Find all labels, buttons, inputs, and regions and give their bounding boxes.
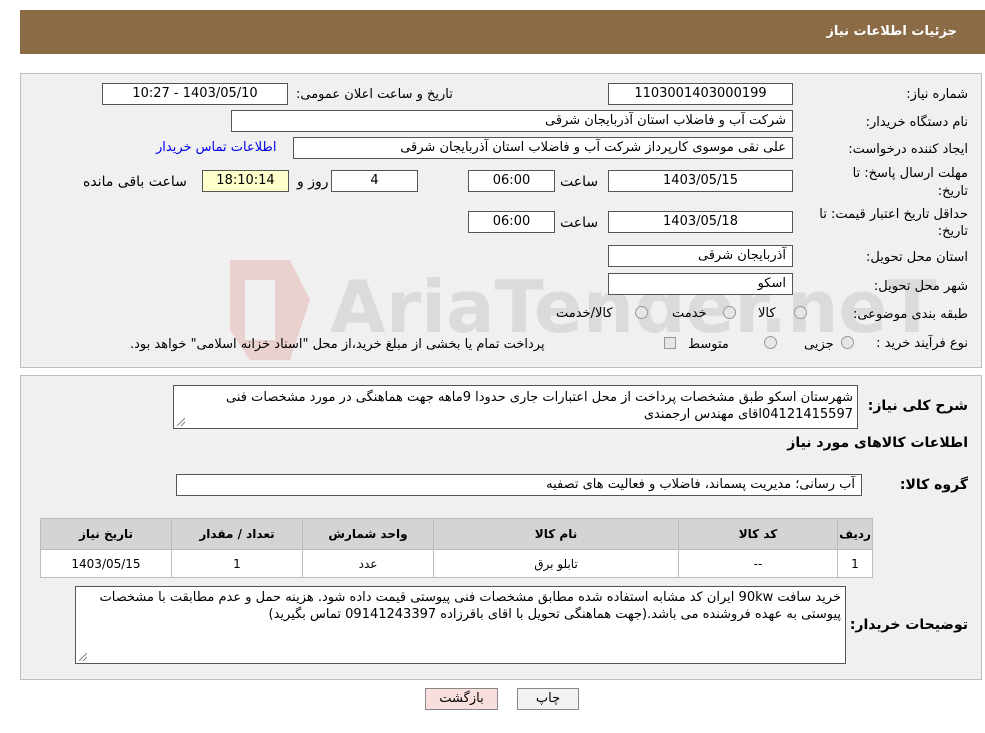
cell-code: -- <box>678 549 838 578</box>
goods-section-title: اطلاعات کالاهای مورد نیاز <box>787 435 968 451</box>
city-label: شهر محل تحویل: <box>873 279 968 294</box>
category-radio-service[interactable] <box>723 306 736 319</box>
deadline-date-field: 1403/05/15 <box>608 170 793 192</box>
requester-label: ایجاد کننده درخواست: <box>848 142 968 157</box>
category-radio-both[interactable] <box>635 306 648 319</box>
city-field: اسکو <box>608 273 793 295</box>
process-label: نوع فرآیند خرید : <box>876 336 968 351</box>
process-treasury-checkbox[interactable] <box>664 337 676 349</box>
resize-grip-icon[interactable] <box>177 418 185 426</box>
items-table: ردیف کد کالا نام کالا واحد شمارش تعداد /… <box>40 518 873 578</box>
buyer-notes-field: خرید سافت 90kw ایران کد مشابه استفاده شد… <box>75 586 846 664</box>
days-remaining-field: 4 <box>331 170 418 192</box>
deadline-label-2: تاریخ: <box>937 184 968 199</box>
col-row: ردیف <box>837 518 873 550</box>
back-button[interactable]: بازگشت <box>425 688 498 710</box>
deadline-label: مهلت ارسال پاسخ: تا <box>852 166 968 181</box>
days-label: روز و <box>297 174 329 190</box>
goods-group-field: آب رسانی؛ مدیریت پسماند، فاضلاب و فعالیت… <box>176 474 862 496</box>
validity-label: حداقل تاریخ اعتبار قیمت: تا <box>819 207 968 222</box>
cell-name: تابلو برق <box>433 549 679 578</box>
print-button[interactable]: چاپ <box>517 688 579 710</box>
description-text: شهرستان اسکو طبق مشخصات پرداخت از محل اع… <box>226 390 853 422</box>
category-label: طبقه بندی موضوعی: <box>852 307 968 322</box>
validity-label-2: تاریخ: <box>937 224 968 239</box>
buyer-notes-text: خرید سافت 90kw ایران کد مشابه استفاده شد… <box>99 590 841 622</box>
buyer-org-field: شرکت آب و فاضلاب استان آذربایجان شرقی <box>231 110 793 132</box>
process-option-medium: متوسط <box>688 337 729 352</box>
items-table-container: ردیف کد کالا نام کالا واحد شمارش تعداد /… <box>40 518 873 578</box>
col-code: کد کالا <box>678 518 838 550</box>
deadline-time-field: 06:00 <box>468 170 555 192</box>
page-header: جزئیات اطلاعات نیاز <box>20 10 985 54</box>
col-qty: تعداد / مقدار <box>171 518 303 550</box>
category-option-both: کالا/خدمت <box>556 306 613 321</box>
cell-qty: 1 <box>171 549 303 578</box>
validity-date-field: 1403/05/18 <box>608 211 793 233</box>
cell-row: 1 <box>837 549 873 578</box>
province-field: آذربایجان شرقی <box>608 245 793 267</box>
need-number-label: شماره نیاز: <box>906 87 968 102</box>
need-number-field: 1103001403000199 <box>608 83 793 105</box>
remaining-time-label: ساعت باقی مانده <box>83 174 187 190</box>
cell-date: 1403/05/15 <box>40 549 172 578</box>
process-radio-medium[interactable] <box>764 336 777 349</box>
validity-time-field: 06:00 <box>468 211 555 233</box>
cell-unit: عدد <box>302 549 434 578</box>
page-title: جزئیات اطلاعات نیاز <box>826 24 957 39</box>
buyer-notes-label: توضیحات خریدار: <box>849 617 968 633</box>
process-radio-minor[interactable] <box>841 336 854 349</box>
remaining-time-field: 18:10:14 <box>202 170 289 192</box>
buyer-org-label: نام دستگاه خریدار: <box>865 115 968 130</box>
col-name: نام کالا <box>433 518 679 550</box>
province-label: استان محل تحویل: <box>866 250 968 265</box>
process-note: پرداخت تمام یا بخشی از مبلغ خرید،از محل … <box>130 337 545 352</box>
col-unit: واحد شمارش <box>302 518 434 550</box>
description-field: شهرستان اسکو طبق مشخصات پرداخت از محل اع… <box>173 385 858 429</box>
process-option-minor: جزیی <box>804 337 834 352</box>
col-date: تاریخ نیاز <box>40 518 172 550</box>
deadline-time-label: ساعت <box>560 174 599 190</box>
items-table-header: ردیف کد کالا نام کالا واحد شمارش تعداد /… <box>40 518 873 550</box>
category-option-service: خدمت <box>672 306 707 321</box>
category-radio-goods[interactable] <box>794 306 807 319</box>
buyer-contact-link[interactable]: اطلاعات تماس خریدار <box>156 140 276 155</box>
requester-field: علی نقی موسوی کارپرداز شرکت آب و فاضلاب … <box>293 137 793 159</box>
category-option-goods: کالا <box>758 306 776 321</box>
announce-label: تاریخ و ساعت اعلان عمومی: <box>296 87 453 102</box>
validity-time-label: ساعت <box>560 215 599 231</box>
goods-group-label: گروه کالا: <box>899 477 968 493</box>
description-label: شرح کلی نیاز: <box>867 398 968 414</box>
announce-field: 1403/05/10 - 10:27 <box>102 83 288 105</box>
resize-grip-icon[interactable] <box>79 653 87 661</box>
table-row: 1 -- تابلو برق عدد 1 1403/05/15 <box>40 549 873 578</box>
